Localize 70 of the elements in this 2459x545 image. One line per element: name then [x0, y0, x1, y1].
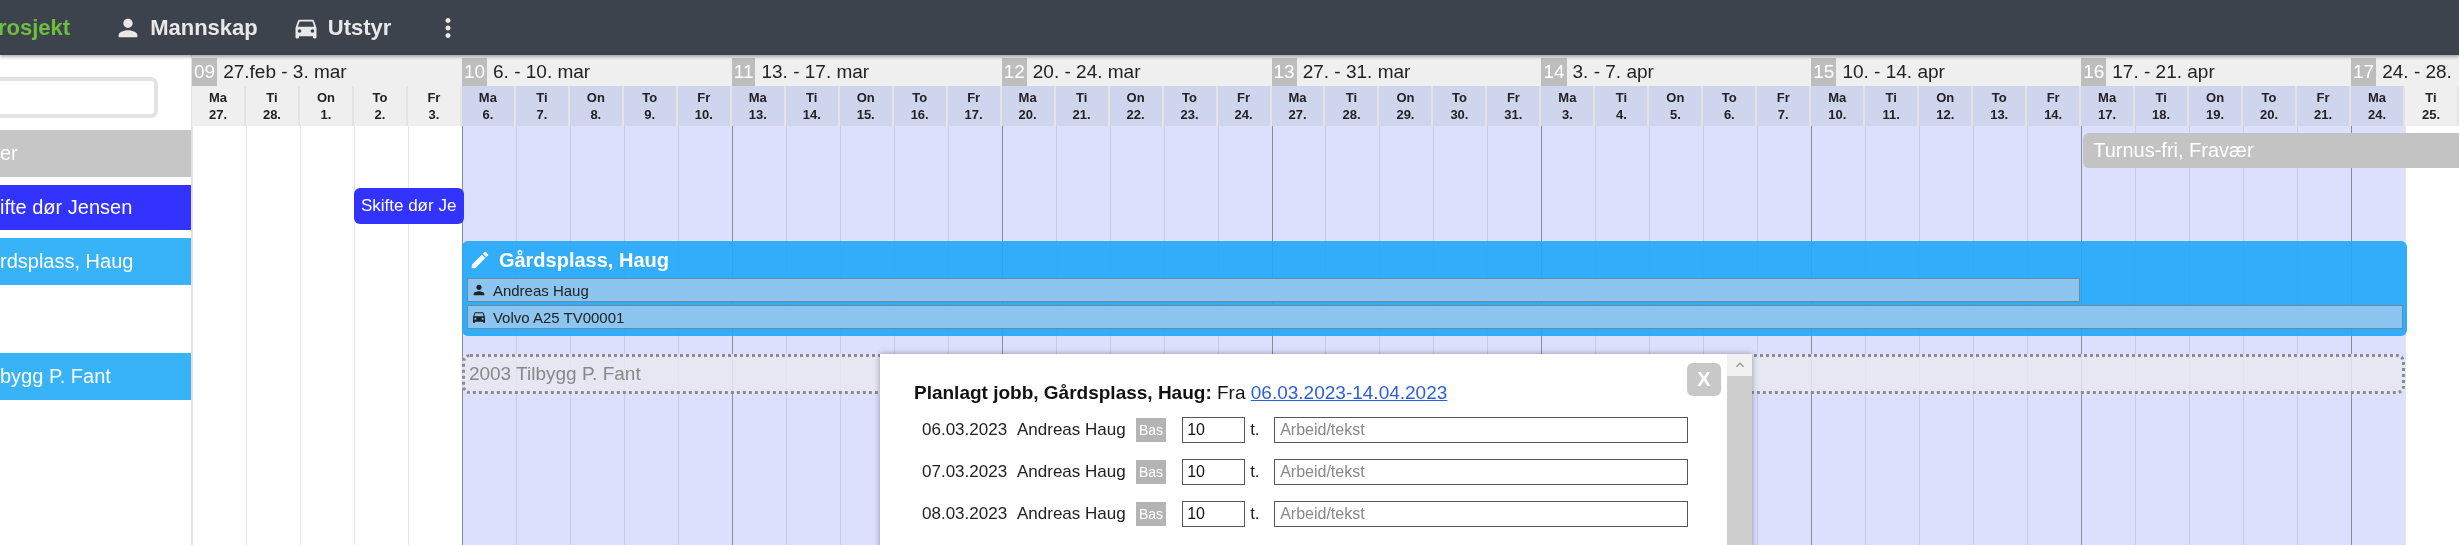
day-header: Ma 6. [461, 86, 516, 126]
day-header: To 13. [1973, 86, 2028, 126]
row-name: Andreas Haug [1017, 419, 1127, 440]
row-date: 07.03.2023 [922, 461, 1009, 482]
day-header: Fr 17. [947, 86, 1002, 126]
week-number: 12 [1001, 57, 1027, 86]
day-header: To 6. [1703, 86, 1758, 126]
day-header: On 12. [1919, 86, 1974, 126]
week-range: 24. - 28. [2382, 60, 2452, 83]
day-header: Ma 10. [1811, 86, 1866, 126]
role-tag: Bas [1136, 501, 1167, 526]
day-header: To 23. [1163, 86, 1218, 126]
row-date: 08.03.2023 [922, 503, 1009, 524]
unit-label: t. [1250, 419, 1261, 440]
week-range: 27.feb - 3. mar [223, 60, 347, 83]
day-header: To 20. [2243, 86, 2298, 126]
day-header: Ti 14. [785, 86, 840, 126]
day-header: Ma 17. [2081, 86, 2136, 126]
row-name: Andreas Haug [1017, 461, 1127, 482]
day-header: On 5. [1649, 86, 1704, 126]
day-header: Ma 27. [1271, 86, 1326, 126]
week-number: 11 [731, 57, 756, 86]
day-header: To 9. [623, 86, 678, 126]
week-number: 17 [2351, 57, 2377, 86]
day-header: Ti 28. [1325, 86, 1380, 126]
week-range: 27. - 31. mar [1302, 60, 1411, 83]
day-header: On 29. [1379, 86, 1434, 126]
day-header: Ti 7. [515, 86, 570, 126]
day-header: Ti 4. [1595, 86, 1650, 126]
week-number: 10 [461, 57, 487, 86]
role-tag: Bas [1136, 459, 1167, 484]
day-header: Ma 13. [731, 86, 786, 126]
day-header: On 15. [839, 86, 894, 126]
day-header: To 16. [893, 86, 948, 126]
row-name: Andreas Haug [1017, 503, 1127, 524]
week-range: 20. - 24. mar [1032, 60, 1141, 83]
week-range: 13. - 17. mar [761, 60, 870, 83]
week-range: 6. - 10. mar [493, 60, 591, 83]
week-number: 14 [1541, 57, 1567, 86]
day-header: On 22. [1109, 86, 1164, 126]
day-header: To 30. [1433, 86, 1488, 126]
day-header: Ma 3. [1541, 86, 1596, 126]
day-header: Ma 20. [1001, 86, 1056, 126]
day-header: On 8. [569, 86, 624, 126]
day-header: Ma 24. [2351, 86, 2405, 126]
week-range: 17. - 21. apr [2112, 60, 2215, 83]
unit-label: t. [1250, 503, 1261, 524]
unit-label: t. [1250, 461, 1261, 482]
day-header: Ti 11. [1865, 86, 1920, 126]
popup-title: Planlagt jobb, Gårdsplass, Haug: Fra 06.03.2023-14.04.2023 [914, 382, 1449, 404]
day-header: Fr 10. [677, 86, 732, 126]
week-number: 13 [1271, 57, 1297, 86]
week-number: 16 [2081, 57, 2107, 86]
role-tag: Bas [1136, 417, 1167, 442]
week-range: 10. - 14. apr [1842, 60, 1945, 83]
day-header: Fr 14. [2027, 86, 2082, 126]
day-header: Fr 21. [2297, 86, 2352, 126]
day-header: Ti 21. [1055, 86, 1110, 126]
row-date: 06.03.2023 [922, 419, 1009, 440]
week-number: 15 [1811, 57, 1837, 86]
day-header: Fr 31. [1487, 86, 1542, 126]
day-header: Fr 24. [1217, 86, 1272, 126]
resource-label: Volvo A25 TV00001 [492, 308, 625, 326]
day-header: Fr 7. [1757, 86, 1812, 126]
day-header: Ti 18. [2135, 86, 2190, 126]
job-title: Gårdsplass, Haug [498, 248, 669, 272]
week-range: 3. - 7. apr [1572, 60, 1654, 83]
week-number: 09 [192, 57, 218, 86]
day-header: On 19. [2189, 86, 2244, 126]
resource-label: Andreas Haug [492, 281, 589, 299]
